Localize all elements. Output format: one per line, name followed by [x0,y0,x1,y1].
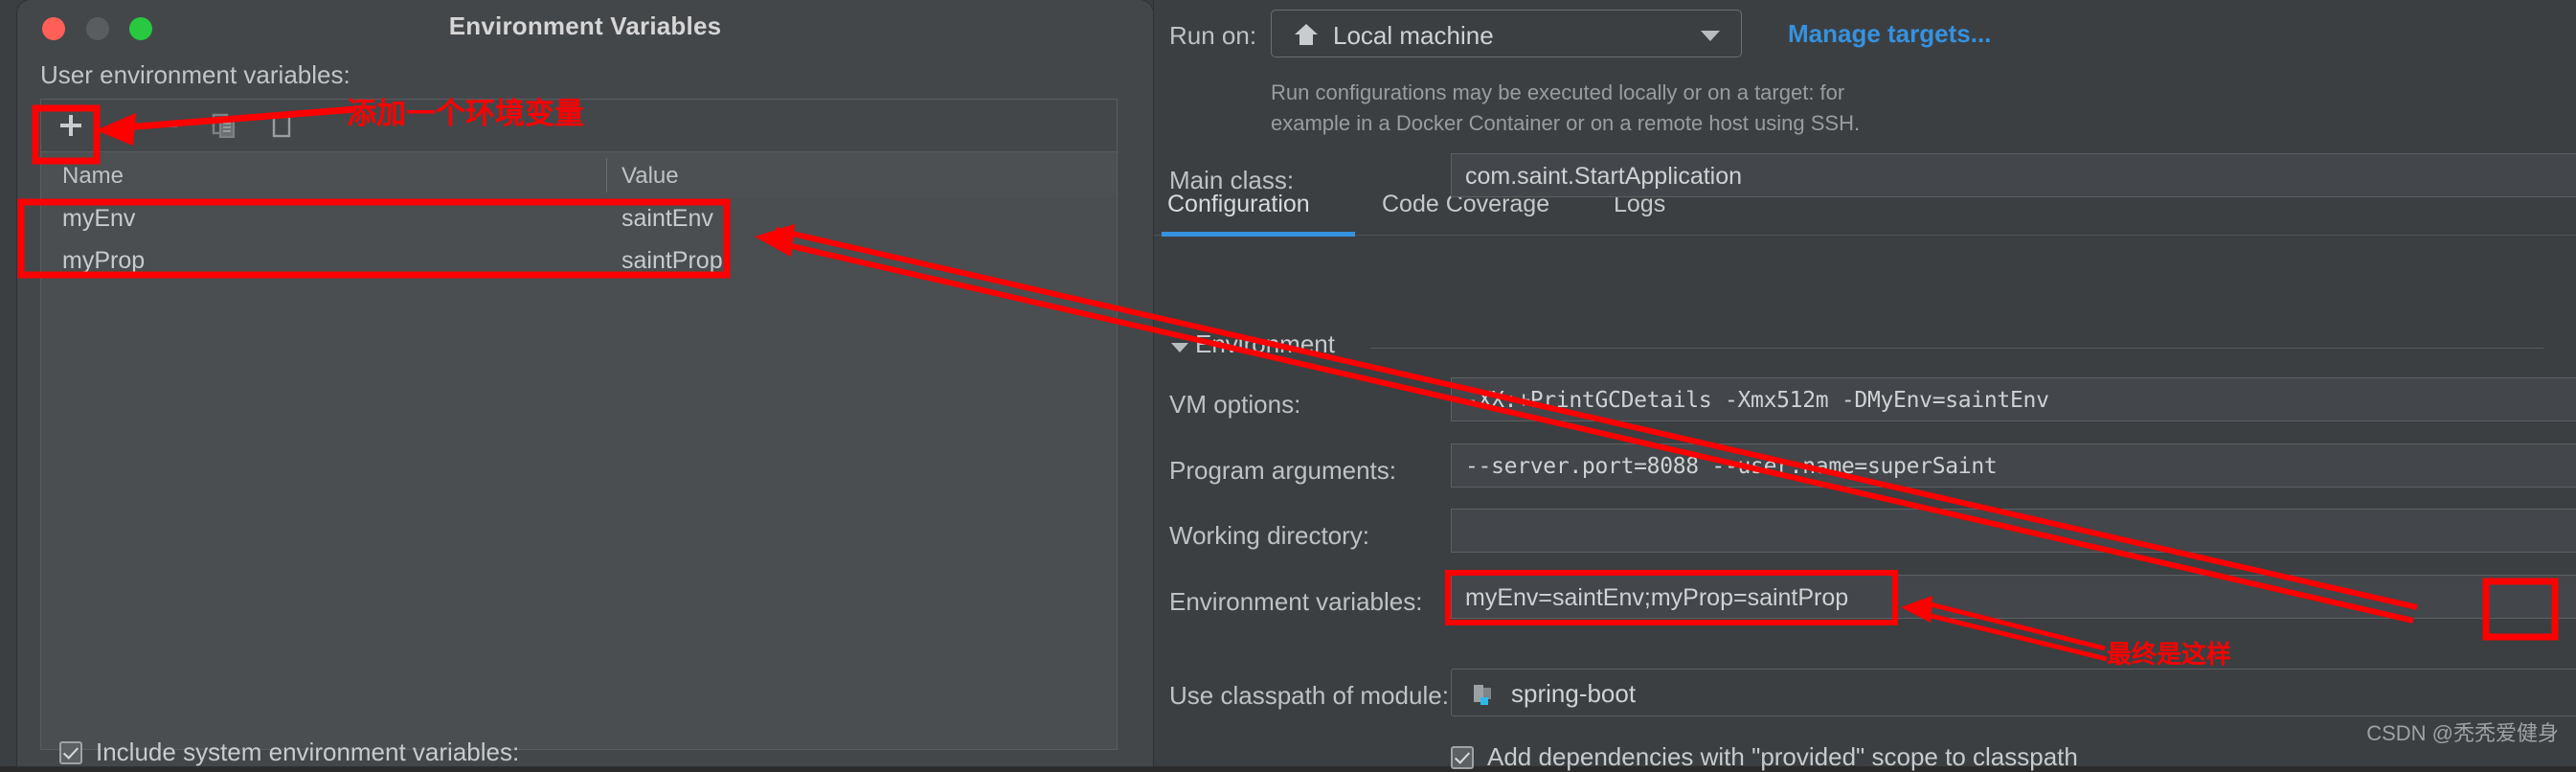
run-on-label: Run on: [1169,21,1256,51]
environment-variables-dialog: Environment Variables User environment v… [17,0,1153,766]
minus-icon [152,111,181,140]
run-configuration-panel: Run on: Local machine Manage targets... … [1153,0,2576,766]
environment-variables-panel: Name Value myEnv saintEnv myProp saintPr… [40,99,1118,750]
table-row[interactable]: myEnv saintEnv [41,197,1117,239]
main-class-label: Main class: [1169,166,1294,195]
working-directory-input[interactable] [1451,509,2576,553]
cell-value: saintEnv [621,205,713,233]
paste-icon [267,111,296,140]
tab-divider [1154,235,2576,236]
chevron-down-icon [1701,31,1720,41]
table-header: Name Value [41,152,1117,198]
program-arguments-value: --server.port=8088 --user.name=superSain… [1465,454,1997,479]
include-system-env-checkbox[interactable] [59,741,82,764]
program-arguments-input[interactable]: --server.port=8088 --user.name=superSain… [1451,443,2576,488]
table-row[interactable]: myProp saintProp [41,239,1117,282]
working-directory-label: Working directory: [1169,521,1369,551]
annotation-add-env-variable-text: 添加一个环境变量 [347,89,584,132]
dialog-title: Environment Variables [17,11,1153,41]
environment-variables-value: myEnv=saintEnv;myProp=saintProp [1465,584,1848,612]
column-header-name[interactable]: Name [62,163,124,190]
paste-variable-button[interactable] [263,107,300,144]
vm-options-input[interactable]: -XX:+PrintGCDetails -Xmx512m -DMyEnv=sai… [1451,377,2576,421]
app-root: Environment Variables User environment v… [0,0,2576,766]
remove-variable-button[interactable] [148,107,185,144]
run-on-dropdown[interactable]: Local machine [1271,10,1742,57]
run-on-hint-line-2: example in a Docker Container or on a re… [1271,111,1860,136]
active-tab-indicator [1162,232,1355,237]
column-header-value[interactable]: Value [621,163,679,190]
environment-section-header[interactable]: Environment [1169,333,2543,362]
vm-options-label: VM options: [1169,390,1300,420]
dialog-titlebar: Environment Variables [17,0,1153,53]
run-on-value: Local machine [1333,21,1494,51]
add-variable-button[interactable] [53,107,89,144]
add-dependencies-checkbox[interactable] [1451,746,1474,769]
add-dependencies-label: Add dependencies with "provided" scope t… [1487,742,2078,772]
include-system-env-label: Include system environment variables: [96,738,519,766]
copy-variable-button[interactable] [206,107,242,144]
cell-name: myEnv [62,205,135,233]
chevron-down-icon [1171,343,1188,352]
column-divider[interactable] [606,158,607,193]
home-icon [1293,22,1320,47]
module-icon [1471,681,1498,708]
watermark: CSDN @秃秃爱健身 [2366,716,2559,747]
main-class-input[interactable]: com.saint.StartApplication [1451,153,2576,197]
cell-name: myProp [62,247,145,275]
environment-variables-input[interactable]: myEnv=saintEnv;myProp=saintProp [1451,575,2576,619]
environment-variables-label: Environment variables: [1169,587,1422,617]
use-classpath-of-module-label: Use classpath of module: [1169,681,1449,711]
use-classpath-of-module-dropdown[interactable]: spring-boot [1451,669,2576,716]
user-environment-variables-label: User environment variables: [40,60,350,90]
run-on-hint-line-1: Run configurations may be executed local… [1271,80,1844,105]
program-arguments-label: Program arguments: [1169,456,1396,486]
plus-icon [56,111,85,140]
section-divider [1370,348,2543,349]
add-dependencies-row[interactable]: Add dependencies with "provided" scope t… [1451,742,2078,772]
main-class-value: com.saint.StartApplication [1465,163,1742,191]
manage-targets-link[interactable]: Manage targets... [1788,19,1991,49]
annotation-final-result-text: 最终是这样 [2107,635,2231,670]
table-body: myEnv saintEnv myProp saintProp [41,197,1117,282]
use-classpath-of-module-value: spring-boot [1511,679,1636,709]
cell-value: saintProp [621,247,723,275]
environment-section-title: Environment [1195,329,1335,359]
include-system-env-row[interactable]: Include system environment variables: [59,738,519,766]
vm-options-value: -XX:+PrintGCDetails -Xmx512m -DMyEnv=sai… [1465,388,2049,413]
copy-icon [210,111,238,140]
